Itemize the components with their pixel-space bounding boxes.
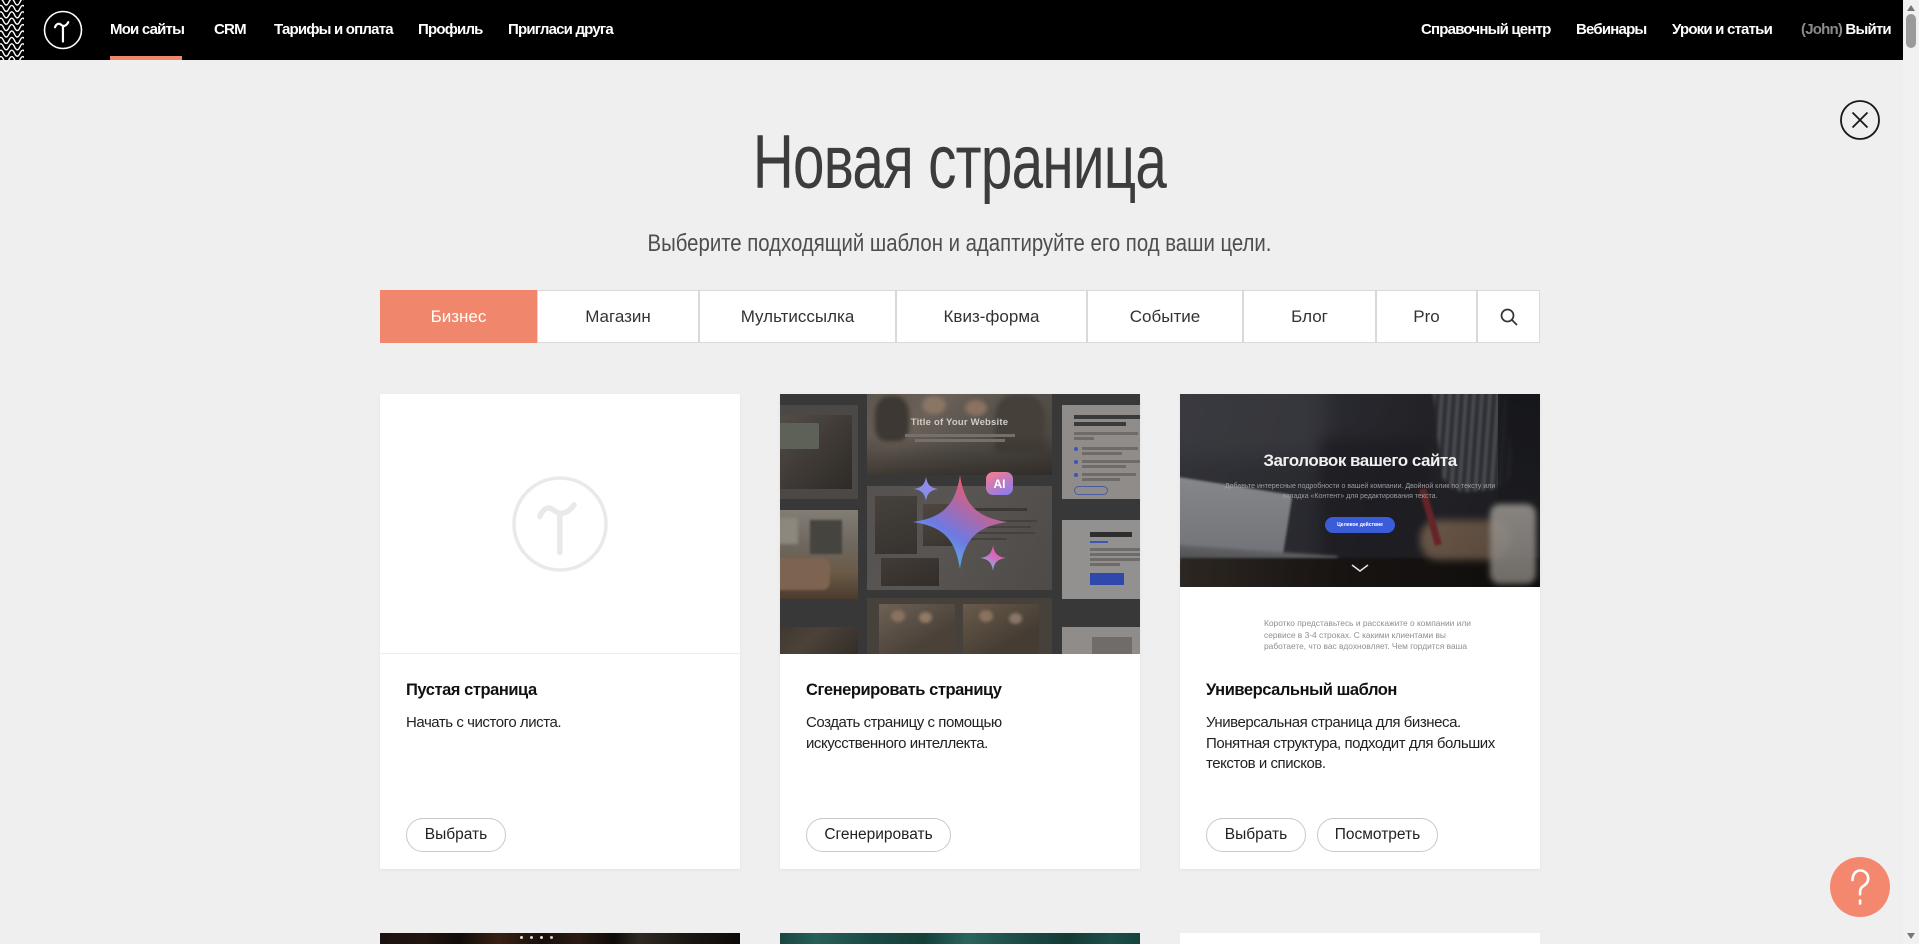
svg-text:AI: AI (994, 477, 1006, 491)
